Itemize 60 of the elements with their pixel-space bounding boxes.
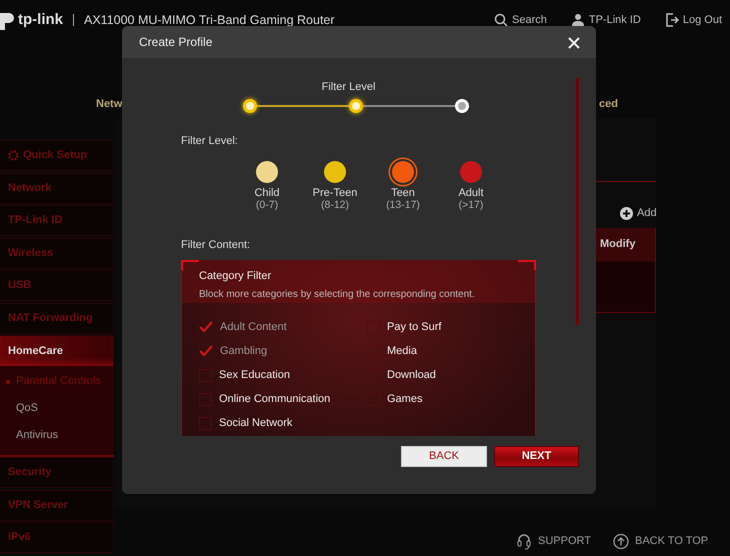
level-name: Pre-Teen bbox=[312, 187, 358, 199]
footer-link[interactable]: BACK TO TOP bbox=[612, 533, 708, 550]
headset-icon bbox=[516, 533, 532, 550]
logo-text: tp-link bbox=[18, 10, 63, 30]
logo-icon bbox=[0, 10, 14, 30]
category-checkbox[interactable]: Pay to Surf bbox=[367, 318, 527, 336]
header-link[interactable]: TP-Link ID bbox=[570, 12, 641, 28]
panel-title: Category Filter bbox=[199, 268, 272, 284]
level-name: Teen bbox=[390, 187, 416, 199]
corner-bracket bbox=[518, 260, 536, 270]
level-dot[interactable] bbox=[256, 161, 278, 183]
category-checkbox[interactable]: Social Network bbox=[199, 414, 367, 432]
close-icon bbox=[568, 36, 580, 49]
category-checkbox[interactable]: Download bbox=[367, 366, 527, 384]
level-name: Child bbox=[253, 187, 281, 199]
search-icon bbox=[494, 13, 508, 27]
level-range: (13-17) bbox=[385, 199, 421, 211]
section-label: Filter Level: bbox=[181, 134, 239, 148]
level-option[interactable]: Adult (>17) bbox=[437, 161, 505, 211]
footer-link[interactable]: SUPPORT bbox=[516, 533, 591, 550]
sidebar-item[interactable]: HomeCare bbox=[0, 335, 114, 366]
bullet-icon bbox=[6, 380, 10, 384]
level-name: Adult bbox=[457, 187, 485, 199]
panel-description: Block more categories by selecting the corresponding content. bbox=[199, 288, 476, 302]
level-range: (8-12) bbox=[320, 199, 350, 211]
level-option[interactable]: Teen (13-17) bbox=[369, 161, 437, 211]
level-dot[interactable] bbox=[460, 161, 482, 183]
category-checkbox[interactable]: Media bbox=[367, 342, 527, 360]
corner-bracket bbox=[181, 260, 199, 270]
sidebar-subitem[interactable]: QoS bbox=[0, 395, 114, 422]
category-checkbox[interactable]: Games bbox=[367, 390, 527, 408]
up-arrow-circle-icon bbox=[612, 533, 629, 550]
check-icon bbox=[199, 321, 213, 333]
header-link[interactable]: Log Out bbox=[664, 12, 722, 28]
category-checkbox[interactable]: Online Communication bbox=[199, 390, 367, 408]
plus-icon bbox=[620, 206, 633, 220]
category-checkbox[interactable]: Adult Content bbox=[199, 318, 367, 336]
category-checkbox[interactable]: Sex Education bbox=[199, 366, 367, 384]
level-range: (>17) bbox=[458, 199, 484, 211]
nav-label[interactable]: Netw bbox=[96, 96, 122, 112]
logout-icon bbox=[664, 13, 679, 27]
sidebar-subitem[interactable]: Antivirus bbox=[0, 422, 114, 449]
gear-icon bbox=[8, 150, 19, 161]
level-dot[interactable] bbox=[324, 161, 346, 183]
section-label: Filter Content: bbox=[181, 238, 252, 253]
level-range: (0-7) bbox=[254, 199, 280, 211]
level-option[interactable]: Pre-Teen (8-12) bbox=[301, 161, 369, 211]
stepper-title: Filter Level bbox=[320, 80, 376, 95]
check-icon bbox=[199, 345, 213, 357]
dialog-title: Create Profile bbox=[139, 34, 212, 51]
person-icon bbox=[570, 13, 585, 27]
add-button[interactable]: Add bbox=[620, 205, 657, 222]
header-link[interactable]: Search bbox=[494, 12, 547, 28]
nav-label[interactable]: ced bbox=[599, 96, 618, 112]
back-button[interactable]: BACK bbox=[401, 446, 487, 467]
category-checkbox[interactable]: Gambling bbox=[199, 342, 367, 360]
level-option[interactable]: Child (0-7) bbox=[233, 161, 301, 211]
column-header: Modify bbox=[600, 238, 636, 250]
next-button[interactable]: NEXT bbox=[494, 446, 579, 467]
level-dot[interactable] bbox=[392, 161, 414, 183]
